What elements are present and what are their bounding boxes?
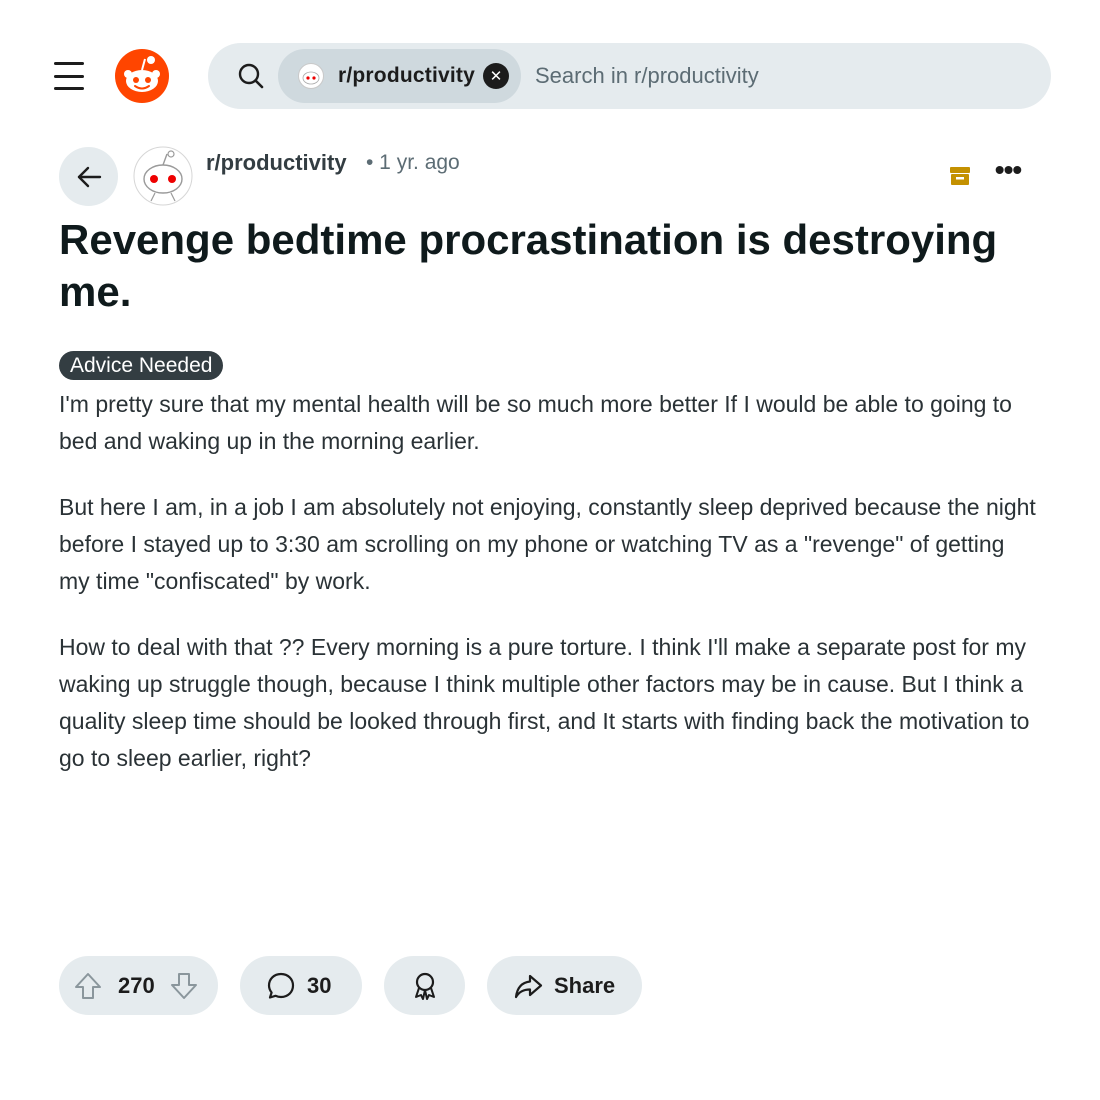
- downvote-icon[interactable]: [169, 971, 199, 1001]
- subreddit-avatar[interactable]: [133, 146, 193, 206]
- subreddit-avatar-icon: [298, 63, 324, 89]
- back-arrow-icon: [77, 166, 101, 187]
- share-button[interactable]: Share: [487, 956, 642, 1015]
- post-body: I'm pretty sure that my mental health wi…: [59, 386, 1039, 806]
- share-label: Share: [554, 972, 616, 998]
- comment-icon: [267, 972, 295, 999]
- post-paragraph: I'm pretty sure that my mental health wi…: [59, 391, 1012, 454]
- back-button[interactable]: [59, 147, 118, 206]
- upvote-icon[interactable]: [73, 971, 103, 1001]
- share-icon: [514, 974, 543, 998]
- search-bar[interactable]: r/productivity ✕: [208, 43, 1051, 109]
- post-timestamp: • 1 yr. ago: [366, 151, 460, 174]
- top-bar: r/productivity ✕: [0, 0, 1100, 120]
- vote-bar: 270: [59, 956, 218, 1015]
- close-icon[interactable]: ✕: [483, 63, 509, 89]
- post-paragraph: How to deal with that ?? Every morning i…: [59, 634, 1030, 771]
- community-filter-chip[interactable]: r/productivity ✕: [278, 49, 521, 103]
- comment-count: 30: [307, 972, 332, 998]
- search-input[interactable]: [535, 43, 1015, 109]
- archive-icon: [950, 167, 970, 185]
- post-title: Revenge bedtime procrastination is destr…: [59, 216, 998, 315]
- comments-button[interactable]: 30: [240, 956, 362, 1015]
- post-paragraph: But here I am, in a job I am absolutely …: [59, 494, 1036, 594]
- menu-icon[interactable]: [50, 56, 88, 96]
- vote-count: 270: [118, 972, 155, 998]
- award-icon: [414, 972, 435, 1000]
- search-icon: [238, 63, 264, 89]
- subreddit-name[interactable]: r/productivity: [206, 150, 347, 176]
- post-flair[interactable]: Advice Needed: [59, 351, 224, 380]
- award-button[interactable]: [384, 956, 465, 1015]
- community-chip-label: r/productivity: [338, 64, 475, 87]
- more-options-icon[interactable]: •••: [990, 156, 1026, 192]
- reddit-logo[interactable]: [114, 48, 170, 104]
